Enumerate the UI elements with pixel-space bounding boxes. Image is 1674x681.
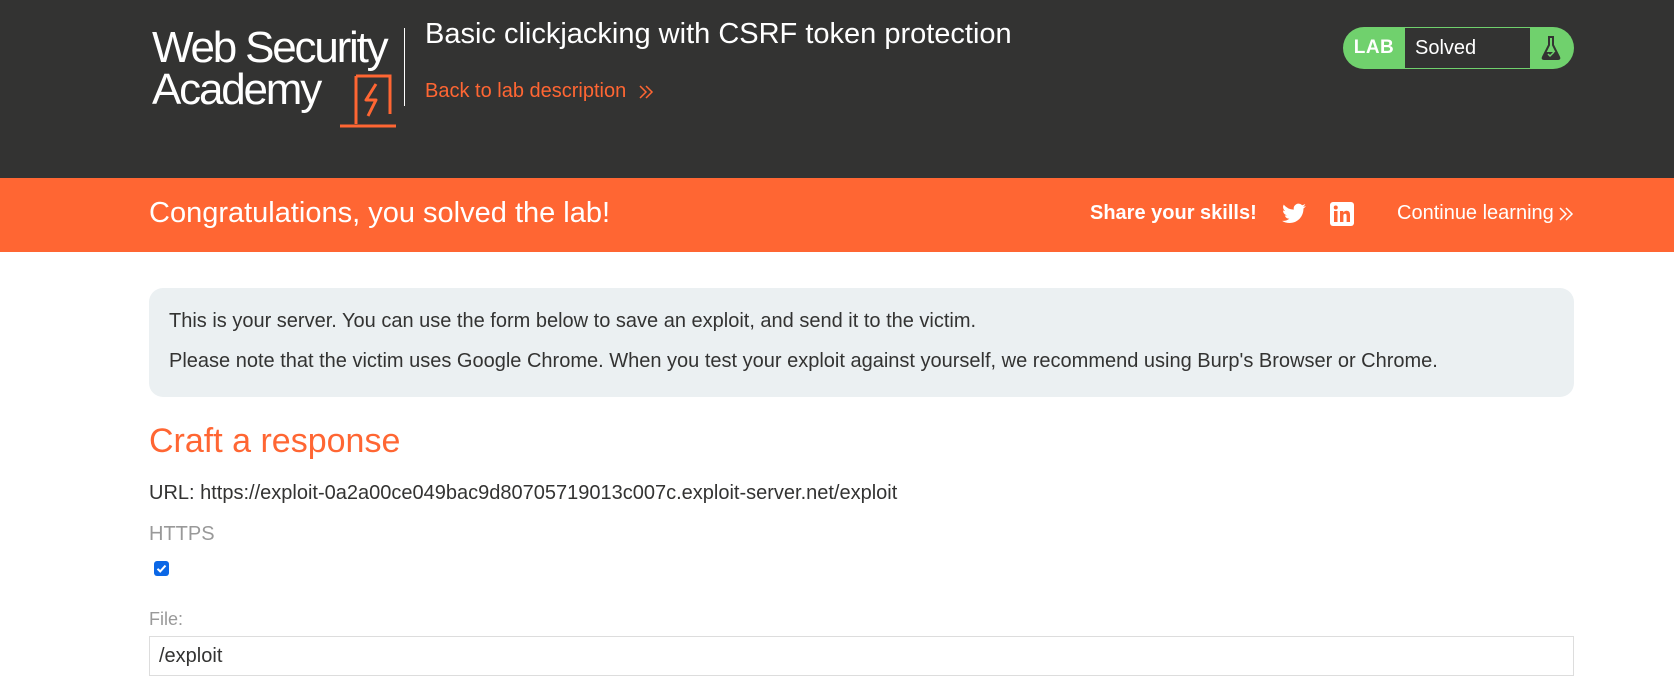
file-label: File: <box>149 609 184 629</box>
page-header: Web Security Academy Basic clickjacking … <box>0 0 1674 178</box>
back-to-lab-description-link[interactable]: Back to lab description <box>425 80 654 103</box>
lab-status-value: Solved <box>1405 28 1530 68</box>
server-info-box: This is your server. You can use the for… <box>149 288 1574 397</box>
linkedin-icon[interactable] <box>1330 202 1354 226</box>
double-chevron-right-icon <box>639 84 654 99</box>
lab-solved-banner: Congratulations, you solved the lab! Sha… <box>0 178 1674 252</box>
double-chevron-right-icon <box>1559 206 1573 221</box>
continue-learning-link[interactable]: Continue learning <box>1397 202 1574 225</box>
info-text-line1: This is your server. You can use the for… <box>169 310 977 332</box>
back-link-label: Back to lab description <box>425 80 627 102</box>
lab-title: Basic clickjacking with CSRF token prote… <box>425 18 1012 50</box>
twitter-icon[interactable] <box>1281 201 1307 227</box>
https-label: HTTPS <box>149 523 215 545</box>
web-security-academy-logo[interactable]: Web Security Academy <box>150 23 400 128</box>
https-checkbox[interactable] <box>154 561 169 576</box>
info-text-line2: Please note that the victim uses Google … <box>169 350 1438 372</box>
flask-icon <box>1530 27 1572 69</box>
logo-line2: Academy <box>152 65 322 114</box>
logo-bolt-icon <box>340 74 396 128</box>
lab-status-widget: LAB Solved <box>1343 27 1574 69</box>
share-skills-label: Share your skills! <box>1090 202 1257 224</box>
craft-response-heading: Craft a response <box>149 422 401 460</box>
lab-status-label: LAB <box>1353 37 1395 58</box>
logo-line1: Web Security <box>152 23 389 72</box>
checkmark-icon <box>156 564 167 573</box>
exploit-url: URL: https://exploit-0a2a00ce049bac9d807… <box>149 482 898 504</box>
header-divider <box>404 28 405 106</box>
file-path-input[interactable] <box>149 636 1574 676</box>
continue-learning-label: Continue learning <box>1397 202 1554 224</box>
congratulations-message: Congratulations, you solved the lab! <box>149 197 611 229</box>
